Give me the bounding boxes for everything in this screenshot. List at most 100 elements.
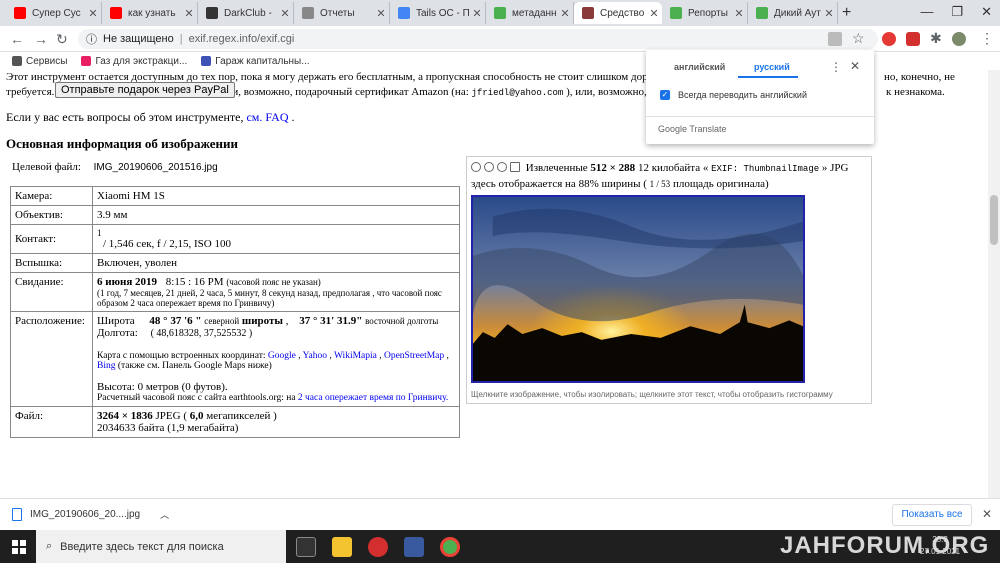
longitude-value: 37 ° 31' 31.9" — [299, 315, 363, 327]
close-icon[interactable]: ✕ — [850, 59, 860, 73]
avatar[interactable] — [952, 32, 966, 46]
thumbnail-caption[interactable]: Щелкните изображение, чтобы изолировать;… — [471, 390, 833, 399]
clock[interactable]: 23:3 27.01.2021 — [920, 534, 960, 558]
map-text: Карта с помощью встроенных координат: — [97, 351, 266, 361]
zoom-out-icon[interactable] — [484, 162, 494, 172]
new-tab-icon[interactable]: + — [842, 4, 851, 22]
close-tab-icon[interactable]: ✕ — [557, 7, 573, 20]
flower-icon — [81, 56, 92, 66]
tab[interactable]: метаданны✕ — [486, 2, 574, 24]
actual-size-icon[interactable] — [510, 162, 520, 172]
taskbar-search[interactable]: ⌕ Введите здесь текст для поиска — [36, 530, 286, 563]
back-icon[interactable]: ← — [10, 31, 24, 47]
youtube-icon — [14, 7, 26, 19]
info-icon[interactable]: ⓘ — [86, 31, 97, 47]
opera-icon[interactable] — [882, 32, 896, 46]
map-link-wikimapia[interactable]: WikiMapia — [334, 351, 377, 361]
thumbnail-size: 12 килобайта « — [637, 162, 709, 174]
map-link-openstreetmap[interactable]: OpenStreetMap — [384, 351, 444, 361]
file-icon — [12, 508, 22, 521]
tab[interactable]: Супер Сус ✕ — [6, 2, 102, 24]
close-tab-icon[interactable]: ✕ — [731, 7, 747, 20]
intro-tail-2: к незнакома. — [886, 85, 945, 100]
map-link-yahoo[interactable]: Yahoo — [303, 351, 327, 361]
address-bar[interactable]: ⓘ Не защищено | exif.regex.info/exif.cgi — [78, 29, 878, 49]
tab[interactable]: Отчеты ✕ — [294, 2, 390, 24]
chevron-up-icon[interactable]: ︿ — [160, 508, 169, 521]
windows-start-icon[interactable] — [12, 540, 26, 554]
maximize-icon[interactable]: ❐ — [951, 4, 963, 20]
tab[interactable]: Дикий Аут ✕ — [748, 2, 838, 24]
camera-value: Xiaomi HM 1S — [92, 186, 460, 206]
leaf-icon — [494, 7, 506, 19]
latitude-label: Широта — [97, 315, 135, 327]
crosshair-icon[interactable] — [471, 162, 481, 172]
task-view-icon[interactable] — [296, 537, 316, 557]
minimize-icon[interactable]: — — [920, 4, 933, 20]
zoom-in-icon[interactable] — [497, 162, 507, 172]
translate-tab-from[interactable]: английский — [674, 62, 725, 72]
faq-text: Если у вас есть вопросы об этом инструме… — [6, 110, 244, 124]
map-link-bing[interactable]: Bing — [97, 361, 115, 371]
thumbnail-image[interactable] — [471, 195, 805, 383]
faq-link[interactable]: см. FAQ — [246, 110, 288, 124]
bookmark-item[interactable]: Газ для экстракци... — [81, 56, 187, 67]
bookmark-item[interactable]: Сервисы — [12, 56, 67, 67]
close-tab-icon[interactable]: ✕ — [277, 7, 293, 20]
download-item[interactable]: IMG_20190606_20....jpg ︿ — [12, 508, 169, 521]
tab-title: Супер Сус — [32, 7, 81, 19]
clock-time: 23:3 — [932, 535, 948, 544]
translate-icon[interactable] — [828, 32, 842, 46]
date-cell: 6 июня 2019 8:15 : 16 PM (часовой пояс н… — [92, 272, 460, 312]
paypal-button[interactable]: Отправьте подарок через PayPal — [55, 82, 235, 98]
close-window-icon[interactable]: ✕ — [981, 4, 992, 20]
app-taskbar-icon[interactable] — [404, 537, 424, 557]
close-tab-icon[interactable]: ✕ — [85, 7, 101, 20]
forward-icon[interactable]: → — [34, 31, 48, 47]
close-tab-icon[interactable]: ✕ — [181, 7, 197, 20]
menu-icon[interactable]: ⋮ — [980, 30, 994, 47]
thumbnail-header: Извлеченные 512 × 288 12 килобайта « EXI… — [471, 161, 867, 192]
tab[interactable]: Репорты ✕ — [662, 2, 748, 24]
taskbar: ⌕ Введите здесь текст для поиска JAHFORU… — [0, 530, 1000, 563]
close-tab-icon[interactable]: ✕ — [373, 7, 389, 20]
darkclub-icon — [206, 7, 218, 19]
more-options-icon[interactable]: ⋮ — [830, 60, 842, 74]
longitude-label: Долгота: — [97, 327, 138, 339]
translate-tab-to[interactable]: русский — [754, 62, 790, 72]
email-text: jfriedl@yahoo.com — [471, 88, 564, 98]
opera-taskbar-icon[interactable] — [368, 537, 388, 557]
tab[interactable]: Средство п✕ — [574, 2, 662, 24]
search-placeholder: Введите здесь текст для поиска — [60, 540, 224, 553]
timezone-link[interactable]: 2 часа опережает время по Гринвичу. — [298, 393, 448, 403]
tab-title: Дикий Аут — [774, 7, 821, 19]
reload-icon[interactable]: ↻ — [56, 31, 68, 48]
tab[interactable]: как узнать ✕ — [102, 2, 198, 24]
location-label: Расположение: — [10, 311, 93, 407]
flash-label: Вспышка: — [10, 253, 93, 273]
close-tab-icon[interactable]: ✕ — [469, 7, 485, 20]
coordinates: ( 48,618328, 37,525532 ) — [150, 328, 253, 339]
search-icon: ⌕ — [46, 540, 53, 552]
close-tab-icon[interactable]: ✕ — [646, 7, 662, 20]
star-icon[interactable]: ☆ — [852, 30, 865, 47]
adblock-icon[interactable] — [906, 32, 920, 46]
scrollbar[interactable] — [988, 70, 1000, 498]
tab[interactable]: Tails OC - П ✕ — [390, 2, 486, 24]
extensions-icon[interactable]: ✱ — [930, 30, 942, 47]
show-all-button[interactable]: Показать все — [892, 504, 972, 526]
checkbox-icon[interactable]: ✓ — [660, 90, 670, 100]
target-file-label: Целевой файл: — [12, 161, 81, 173]
file-explorer-icon[interactable] — [332, 537, 352, 557]
map-link-google[interactable]: Google — [268, 351, 296, 361]
tab-title: Средство п — [600, 7, 646, 19]
close-shelf-icon[interactable]: ✕ — [982, 507, 992, 521]
apps-icon — [12, 56, 22, 66]
tab-title: метаданны — [512, 7, 557, 19]
tab[interactable]: DarkClub - ✕ — [198, 2, 294, 24]
chrome-taskbar-icon[interactable] — [440, 537, 460, 557]
bookmark-item[interactable]: Гараж капитальны... — [201, 56, 310, 67]
display-fraction: 1 / 53 — [649, 179, 671, 189]
close-tab-icon[interactable]: ✕ — [821, 7, 837, 20]
scrollbar-thumb[interactable] — [990, 195, 998, 245]
